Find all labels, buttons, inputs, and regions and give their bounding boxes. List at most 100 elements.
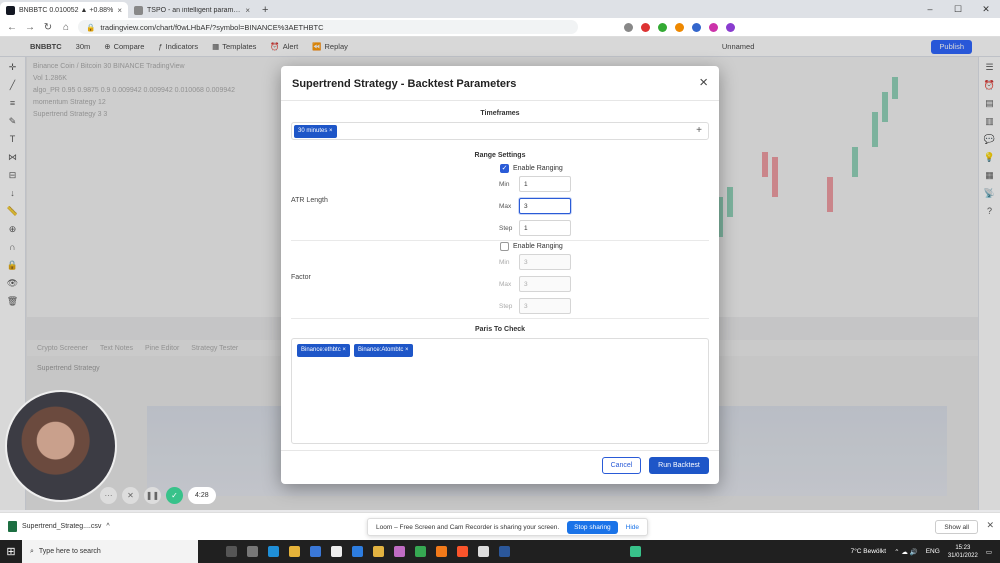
close-tab-icon[interactable]: ×: [117, 6, 122, 15]
explorer-icon[interactable]: [289, 546, 300, 557]
globe-favicon-icon: [134, 5, 143, 15]
atr-max-input[interactable]: [519, 198, 571, 214]
clock[interactable]: 15:23 31/01/2022: [948, 544, 978, 560]
atr-min-label: Min: [499, 181, 510, 188]
close-icon[interactable]: ×: [699, 74, 708, 91]
address-bar[interactable]: 🔒 tradingview.com/chart/f0wLHbAF/?symbol…: [78, 20, 578, 34]
tab-title: BNBBTC 0.010052 ▲ +0.88%: [19, 6, 114, 14]
app-icon[interactable]: [247, 546, 258, 557]
url-text: tradingview.com/chart/f0wLHbAF/?symbol=B…: [100, 22, 324, 32]
maximize-icon[interactable]: ☐: [944, 0, 972, 18]
run-backtest-button[interactable]: Run Backtest: [649, 457, 709, 474]
firefox-icon[interactable]: [436, 546, 447, 557]
factor-label: Factor: [291, 274, 311, 281]
app-icon[interactable]: [394, 546, 405, 557]
forward-icon[interactable]: →: [24, 22, 36, 33]
timeframe-tag-30m[interactable]: 30 minutes ×: [294, 125, 337, 138]
app-icon[interactable]: [310, 546, 321, 557]
tab-title: TSPO - an intelligent parametr...: [147, 6, 242, 14]
new-tab-button[interactable]: +: [256, 2, 274, 18]
factor-min-input[interactable]: [519, 254, 571, 270]
csv-file-icon: [8, 521, 17, 532]
pair-tag-ethbtc[interactable]: Binance:ethbtc ×: [297, 344, 350, 357]
clock-date: 31/01/2022: [947, 552, 978, 559]
windows-taskbar: ⊞ ⌕ Type here to search 7°C Bewölkt ⌃ ☁ …: [0, 540, 1000, 563]
cancel-button[interactable]: Cancel: [602, 457, 641, 474]
more-icon[interactable]: ···: [100, 487, 117, 504]
extension-icon[interactable]: [658, 22, 667, 32]
task-view-icon[interactable]: [226, 546, 237, 557]
extension-icon[interactable]: [641, 22, 650, 32]
screen-share-notice: Loom – Free Screen and Cam Recorder is s…: [367, 518, 649, 536]
language-indicator[interactable]: ENG: [926, 548, 940, 555]
back-icon[interactable]: ←: [6, 22, 18, 33]
finish-recording-icon[interactable]: ✓: [166, 487, 183, 504]
chrome-icon[interactable]: [478, 546, 489, 557]
extension-icon[interactable]: [624, 22, 633, 32]
factor-enable-ranging-checkbox[interactable]: [500, 242, 509, 251]
browser-tab-tradingview[interactable]: BNBBTC 0.010052 ▲ +0.88% ×: [0, 2, 128, 18]
close-downloads-icon[interactable]: ✕: [986, 520, 994, 531]
brave-icon[interactable]: [457, 546, 468, 557]
add-timeframe-icon[interactable]: +: [696, 125, 702, 136]
factor-min-label: Min: [499, 259, 510, 266]
search-icon: ⌕: [30, 547, 34, 555]
home-icon[interactable]: ⌂: [60, 22, 72, 33]
edge-icon[interactable]: [268, 546, 279, 557]
minimize-icon[interactable]: –: [916, 0, 944, 18]
search-placeholder: Type here to search: [38, 548, 101, 555]
folder-icon[interactable]: [373, 546, 384, 557]
app-icon[interactable]: [630, 546, 641, 557]
app-icon[interactable]: [415, 546, 426, 557]
cancel-recording-icon[interactable]: ✕: [122, 487, 139, 504]
close-window-icon[interactable]: ✕: [972, 0, 1000, 18]
close-tab-icon[interactable]: ×: [245, 6, 250, 15]
extension-icon[interactable]: [692, 22, 701, 32]
word-icon[interactable]: [499, 546, 510, 557]
atr-step-label: Step: [499, 225, 513, 232]
atr-enable-ranging-checkbox[interactable]: ✓: [500, 164, 509, 173]
dropbox-icon[interactable]: [352, 546, 363, 557]
factor-max-input[interactable]: [519, 276, 571, 292]
atr-min-input[interactable]: [519, 176, 571, 192]
atr-enable-ranging-label: Enable Ranging: [513, 165, 563, 172]
factor-step-label: Step: [499, 303, 513, 310]
pair-tag-atombtc[interactable]: Binance:Atombtc ×: [354, 344, 413, 357]
download-item[interactable]: Supertrend_Strateg....csv ^: [8, 521, 110, 532]
weather-text[interactable]: 7°C Bewölkt: [851, 548, 886, 555]
notifications-icon[interactable]: ▭: [986, 548, 992, 556]
atr-max-label: Max: [499, 203, 512, 210]
system-tray: 7°C Bewölkt ⌃ ☁ 🔊 ENG 15:23 31/01/2022 ▭: [851, 540, 992, 563]
pairs-multiselect[interactable]: Binance:ethbtc × Binance:Atombtc ×: [291, 338, 709, 444]
extension-icon[interactable]: [675, 22, 684, 32]
show-all-button[interactable]: Show all: [935, 520, 978, 534]
download-filename: Supertrend_Strateg....csv: [22, 523, 102, 530]
chevron-up-icon[interactable]: ^: [106, 523, 109, 530]
taskbar-search[interactable]: ⌕ Type here to search: [22, 540, 198, 563]
window-controls: – ☐ ✕: [916, 0, 1000, 18]
timeframes-label: Timeframes: [480, 110, 520, 117]
stop-sharing-button[interactable]: Stop sharing: [567, 520, 618, 534]
share-notice-text: Loom – Free Screen and Cam Recorder is s…: [376, 523, 560, 531]
webcam-bubble[interactable]: [5, 390, 117, 502]
dialog-title: Supertrend Strategy - Backtest Parameter…: [292, 78, 517, 90]
divider: [281, 100, 719, 101]
atr-step-input[interactable]: [519, 220, 571, 236]
pause-icon[interactable]: ❚❚: [144, 487, 161, 504]
factor-max-label: Max: [499, 281, 512, 288]
clock-time: 15:23: [955, 544, 971, 551]
extension-icon[interactable]: [709, 22, 718, 32]
atr-length-label: ATR Length: [291, 197, 328, 204]
browser-toolbar: ← → ↻ ⌂ 🔒 tradingview.com/chart/f0wLHbAF…: [0, 18, 1000, 37]
tray-icons[interactable]: ⌃ ☁ 🔊: [894, 548, 918, 556]
browser-tab-tspo[interactable]: TSPO - an intelligent parametr... ×: [128, 2, 256, 18]
windows-start-icon[interactable]: ⊞: [0, 545, 22, 558]
timeframes-multiselect[interactable]: 30 minutes × +: [291, 122, 709, 140]
range-settings-label: Range Settings: [474, 152, 526, 159]
hide-button[interactable]: Hide: [626, 524, 639, 531]
factor-step-input[interactable]: [519, 298, 571, 314]
amazon-icon[interactable]: [331, 546, 342, 557]
profile-avatar-icon[interactable]: [726, 22, 735, 32]
tradingview-favicon-icon: [6, 5, 15, 15]
reload-icon[interactable]: ↻: [42, 22, 54, 33]
